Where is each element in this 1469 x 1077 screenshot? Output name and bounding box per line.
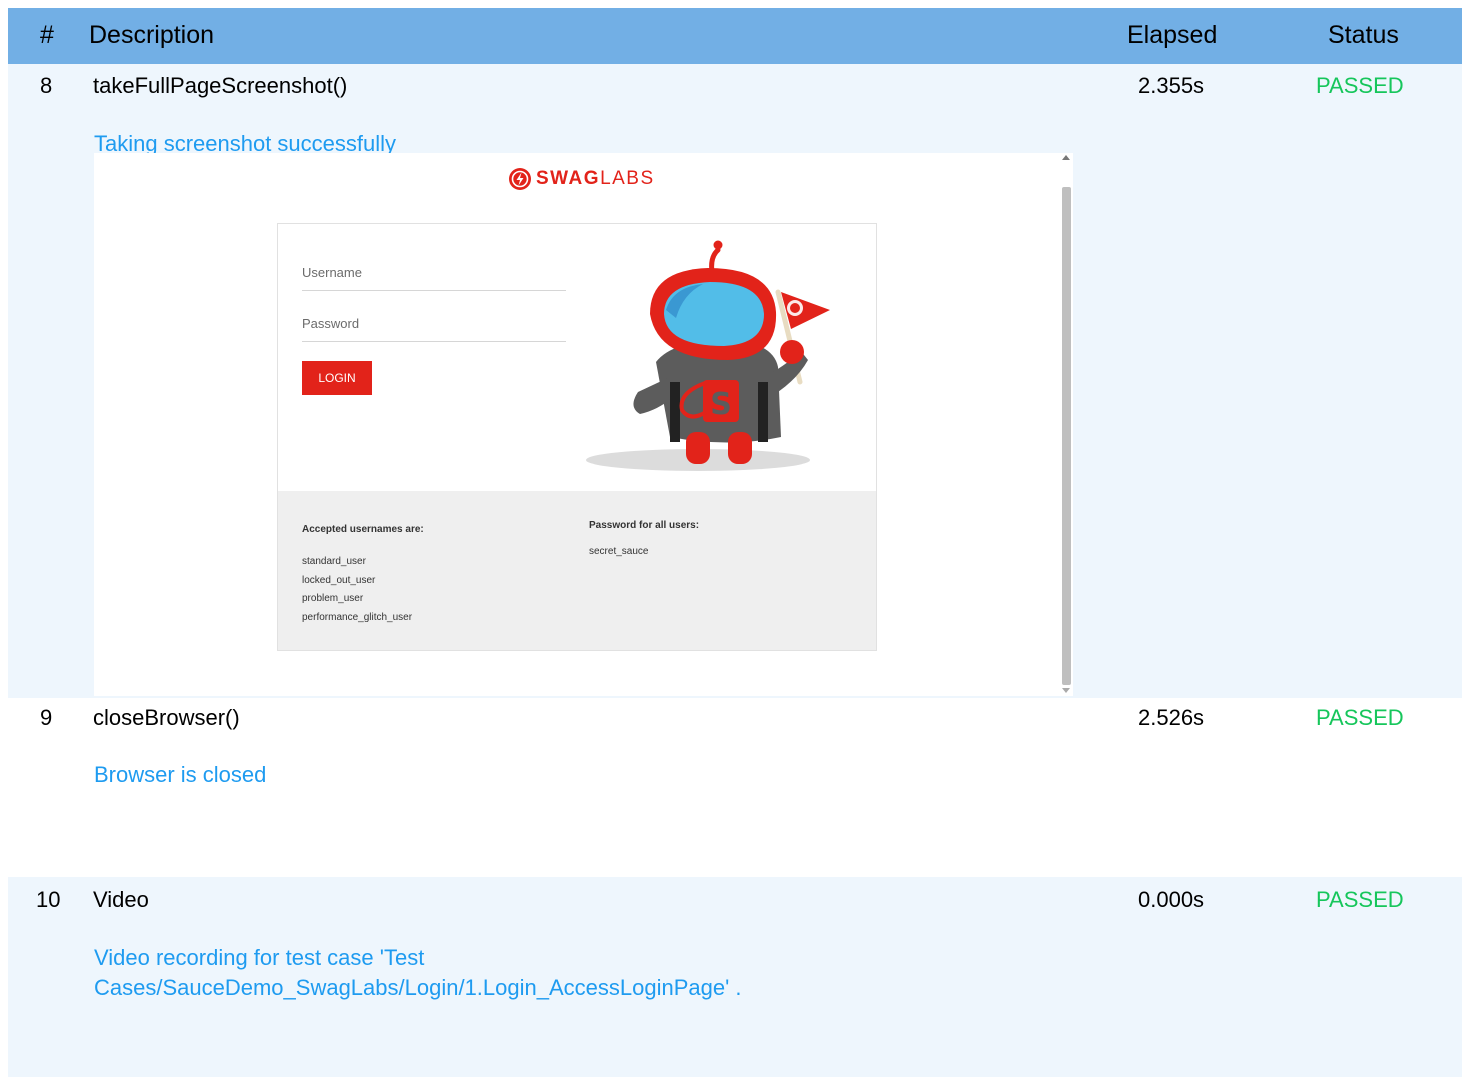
username-field[interactable]: Username	[302, 250, 566, 291]
header-elapsed: Elapsed	[1127, 21, 1218, 49]
logo-bold-text: SWAG	[536, 168, 601, 189]
list-item: standard_user	[302, 556, 366, 567]
row-status: PASSED	[1316, 73, 1404, 98]
password-heading: Password for all users:	[589, 520, 700, 531]
row-status: PASSED	[1316, 705, 1404, 730]
test-report: # Description Elapsed Status 8 takeFullP…	[8, 8, 1462, 1077]
embedded-screenshot[interactable]: SWAGLABS Username Password LOGIN S Accep…	[94, 153, 1073, 696]
login-card: Username Password LOGIN S Accepted usern…	[277, 223, 877, 651]
row-message: Video recording for test case 'Test Case…	[94, 943, 742, 1003]
credentials-panel: Accepted usernames are: standard_user lo…	[278, 491, 876, 650]
list-item: problem_user	[302, 593, 364, 604]
row-num: 8	[40, 73, 53, 98]
scroll-up-arrow-icon[interactable]	[1062, 155, 1070, 160]
row-num: 10	[36, 887, 61, 912]
row-message: Browser is closed	[94, 762, 267, 787]
logo-light-text: LABS	[600, 168, 655, 189]
row-elapsed: 0.000s	[1138, 887, 1205, 912]
password-field[interactable]: Password	[302, 301, 566, 342]
row-message-line: Cases/SauceDemo_SwagLabs/Login/1.Login_A…	[94, 975, 742, 1000]
row-description: closeBrowser()	[93, 705, 240, 730]
svg-text:S: S	[710, 387, 732, 422]
row-message-line: Video recording for test case 'Test	[94, 945, 425, 970]
scroll-down-arrow-icon[interactable]	[1062, 688, 1070, 693]
row-description: takeFullPageScreenshot()	[93, 73, 348, 98]
list-item: performance_glitch_user	[302, 611, 413, 623]
scrollbar[interactable]	[1059, 153, 1073, 696]
row-description: Video	[93, 887, 149, 912]
usernames-list: standard_user locked_out_user problem_us…	[302, 553, 412, 627]
password-placeholder: Password	[302, 316, 360, 331]
row-num: 9	[40, 705, 53, 730]
header-status: Status	[1328, 21, 1399, 49]
header-num: #	[40, 21, 54, 49]
table-row: 9 closeBrowser() 2.526s PASSED Browser i…	[8, 698, 1462, 877]
list-item: locked_out_user	[302, 574, 376, 586]
row-elapsed: 2.355s	[1138, 73, 1205, 98]
robot-mascot-illustration: S	[586, 240, 830, 471]
scrollbar-thumb[interactable]	[1062, 187, 1071, 685]
swag-labs-logo-icon	[509, 168, 531, 190]
login-button[interactable]: LOGIN	[302, 361, 372, 395]
header-description: Description	[89, 21, 215, 49]
table-row: 10 Video 0.000s PASSED Video recording f…	[8, 877, 1462, 1077]
row-status: PASSED	[1316, 887, 1404, 912]
table-row: 8 takeFullPageScreenshot() 2.355s PASSED…	[8, 64, 1462, 698]
row-elapsed: 2.526s	[1138, 705, 1205, 730]
usernames-heading: Accepted usernames are:	[302, 524, 424, 535]
password-value: secret_sauce	[589, 546, 649, 557]
table-header: # Description Elapsed Status	[8, 8, 1462, 64]
username-placeholder: Username	[302, 265, 362, 280]
